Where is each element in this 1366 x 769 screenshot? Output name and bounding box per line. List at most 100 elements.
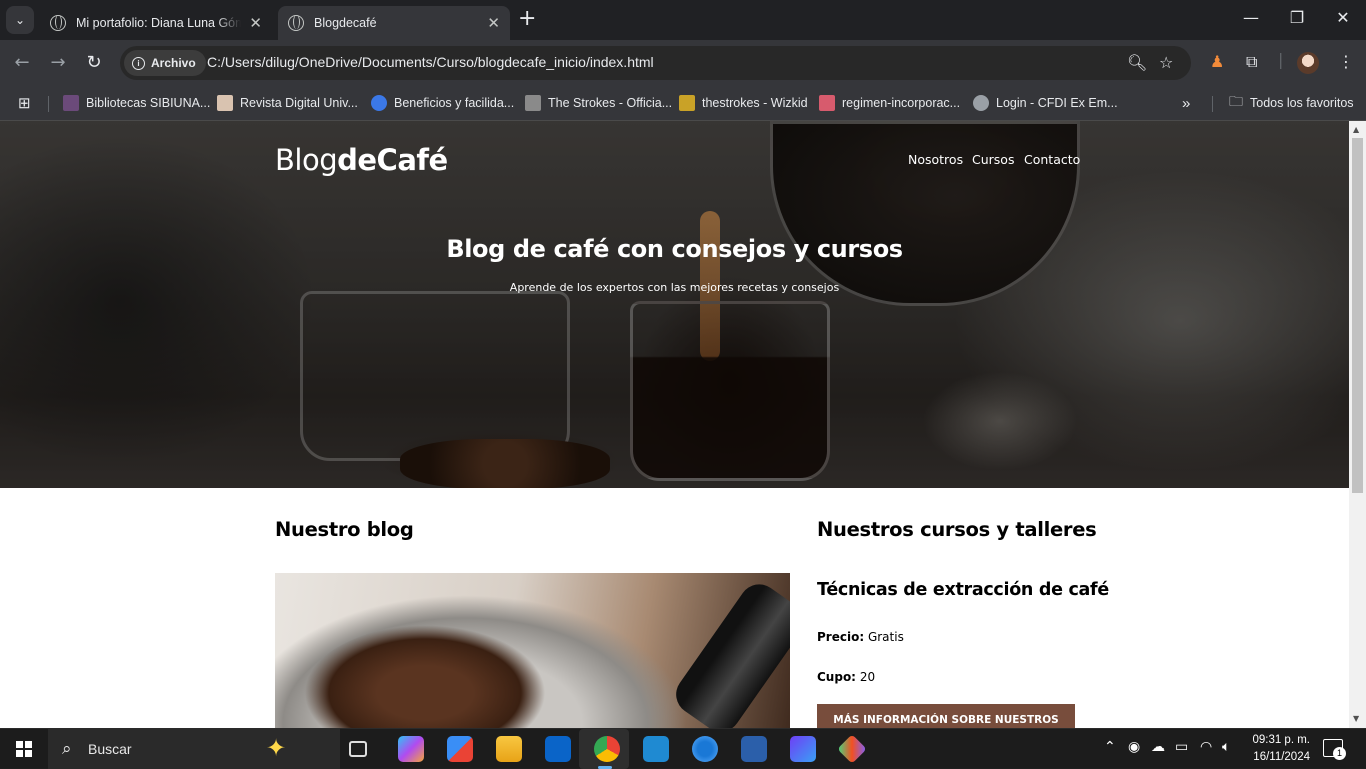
tab-portfolio[interactable]: Mi portafolio: Diana Luna Gómez ✕ (40, 6, 272, 40)
close-window-button[interactable]: ✕ (1320, 8, 1366, 27)
copilot-sparkle-icon: ✦ (266, 734, 287, 762)
scroll-down-icon[interactable]: ▼ (1353, 714, 1359, 723)
close-tab-icon[interactable]: ✕ (249, 14, 262, 32)
toolbar-separator: | (1278, 50, 1284, 69)
tab-strip: ⌄ Mi portafolio: Diana Luna Gómez ✕ Blog… (0, 0, 1366, 40)
minimize-button[interactable]: — (1228, 8, 1274, 27)
meet-now-icon[interactable]: ◉ (1128, 739, 1140, 755)
dev-tool-icon[interactable] (837, 734, 867, 764)
bookmark-label: thestrokes - Wizkid (702, 96, 808, 110)
bookmark-item[interactable]: Bibliotecas SIBIUNA... (63, 94, 210, 112)
bookmark-favicon (371, 95, 387, 111)
nav-link-nosotros[interactable]: Nosotros (908, 152, 963, 167)
bookmark-label: Login - CFDI Ex Em... (996, 96, 1118, 110)
tab-blogdecafe[interactable]: Blogdecafé ✕ (278, 6, 510, 40)
bookmark-label: Beneficios y facilida... (394, 96, 515, 110)
all-bookmarks-label: Todos los favoritos (1250, 96, 1354, 110)
taskbar-search[interactable]: ⌕ Buscar ✦ (48, 729, 340, 769)
bookmark-label: regimen-incorporac... (842, 96, 961, 110)
volume-icon[interactable]: 🔈︎ (1222, 739, 1230, 755)
price-value: Gratis (867, 630, 904, 644)
search-icon: ⌕ (62, 739, 72, 759)
restore-button[interactable]: ❐ (1274, 8, 1320, 27)
powershell-icon[interactable] (741, 736, 767, 762)
outlook-icon[interactable] (545, 736, 571, 762)
tab-title: Blogdecafé (314, 16, 377, 30)
windows-start-icon[interactable] (16, 741, 32, 757)
address-bar[interactable]: i Archivo C:/Users/dilug/OneDrive/Docume… (120, 46, 1191, 80)
search-placeholder: Buscar (88, 741, 132, 757)
bookmarks-overflow-button[interactable]: » (1182, 94, 1190, 112)
battery-icon[interactable]: ▭ (1175, 739, 1188, 755)
url-text[interactable]: C:/Users/dilug/OneDrive/Documents/Curso/… (207, 54, 654, 70)
course-title: Técnicas de extracción de café (817, 580, 1109, 600)
site-info-chip[interactable]: i Archivo (124, 50, 206, 76)
store-icon[interactable] (447, 736, 473, 762)
hero-coffee-cup-image (630, 301, 830, 481)
firefox-dev-icon[interactable] (692, 736, 718, 762)
onedrive-icon[interactable]: ☁ (1151, 739, 1165, 755)
nav-link-contacto[interactable]: Contacto (1024, 152, 1080, 167)
tray-overflow-icon[interactable]: ⌃ (1104, 739, 1116, 755)
tab-title: Mi portafolio: Diana Luna Gómez (76, 16, 242, 30)
back-button[interactable]: ← (10, 51, 34, 75)
wifi-icon[interactable]: ◠ (1200, 739, 1212, 755)
bookmarks-separator (1212, 96, 1213, 112)
bookmark-item[interactable]: Login - CFDI Ex Em... (973, 94, 1118, 112)
bing-app-icon[interactable] (790, 736, 816, 762)
logo-bold: deCafé (337, 143, 448, 177)
globe-icon (288, 15, 304, 31)
file-explorer-icon[interactable] (496, 736, 522, 762)
zoom-icon[interactable]: 🔍︎ (1127, 53, 1147, 72)
hero-glass-mug-image (300, 291, 570, 461)
browser-toolbar: ← → ↻ i Archivo C:/Users/dilug/OneDrive/… (0, 40, 1366, 86)
blog-heading: Nuestro blog (275, 518, 414, 541)
course-seats: Cupo: 20 (817, 670, 875, 684)
extension-icon[interactable]: ♟ (1210, 52, 1224, 71)
bookmark-favicon (525, 95, 541, 111)
apps-grid-icon[interactable]: ⊞ (18, 94, 31, 112)
bookmark-label: Revista Digital Univ... (240, 96, 358, 110)
hero-subtitle: Aprende de los expertos con las mejores … (509, 281, 840, 294)
bookmark-item[interactable]: Beneficios y facilida... (371, 94, 514, 112)
extensions-puzzle-icon[interactable]: ⧉ (1246, 52, 1257, 72)
price-label: Precio: (817, 630, 865, 644)
menu-icon[interactable]: ⋮ (1338, 52, 1354, 71)
courses-heading: Nuestros cursos y talleres (817, 518, 1097, 541)
page-scrollbar[interactable]: ▲ ▼ (1349, 121, 1366, 728)
bookmarks-separator (48, 96, 49, 112)
page-viewport: BlogdeCafé Nosotros Cursos Contacto Blog… (0, 121, 1366, 728)
globe-icon (50, 15, 66, 31)
task-view-icon[interactable] (349, 741, 367, 757)
nav-link-cursos[interactable]: Cursos (972, 152, 1014, 167)
bookmark-label: The Strokes - Officia... (548, 96, 673, 110)
bookmark-favicon (819, 95, 835, 111)
reload-button[interactable]: ↻ (82, 51, 106, 75)
clock-date: 16/11/2024 (1253, 751, 1310, 763)
scrollbar-thumb[interactable] (1352, 138, 1363, 493)
blog-post-image[interactable] (275, 573, 790, 728)
tab-search-button[interactable]: ⌄ (6, 6, 34, 34)
new-tab-button[interactable]: + (518, 8, 536, 30)
bookmark-item[interactable]: Revista Digital Univ... (217, 94, 358, 112)
course-price: Precio: Gratis (817, 630, 904, 644)
bookmark-item[interactable]: The Strokes - Officia... (525, 94, 672, 112)
vscode-icon[interactable] (643, 736, 669, 762)
site-logo[interactable]: BlogdeCafé (275, 143, 448, 177)
course-info-button[interactable]: Más información sobre nuestros (817, 704, 1075, 728)
bookmark-favicon (679, 95, 695, 111)
profile-avatar[interactable] (1297, 52, 1319, 74)
star-icon[interactable]: ☆ (1159, 53, 1173, 72)
portafilter-image (668, 576, 790, 728)
bookmark-item[interactable]: thestrokes - Wizkid (679, 94, 808, 112)
close-tab-icon[interactable]: ✕ (487, 14, 500, 32)
scroll-up-icon[interactable]: ▲ (1353, 125, 1359, 134)
info-icon: i (132, 56, 145, 70)
copilot-icon[interactable] (398, 736, 424, 762)
hero-kettle-image (770, 121, 1080, 306)
all-bookmarks-button[interactable]: 🗀 Todos los favoritos (1229, 93, 1354, 112)
forward-button[interactable]: → (46, 51, 70, 75)
folder-icon: 🗀 (1229, 93, 1243, 109)
bookmark-item[interactable]: regimen-incorporac... (819, 94, 960, 112)
system-clock[interactable]: 09:31 p. m. 16/11/2024 (1240, 732, 1310, 766)
